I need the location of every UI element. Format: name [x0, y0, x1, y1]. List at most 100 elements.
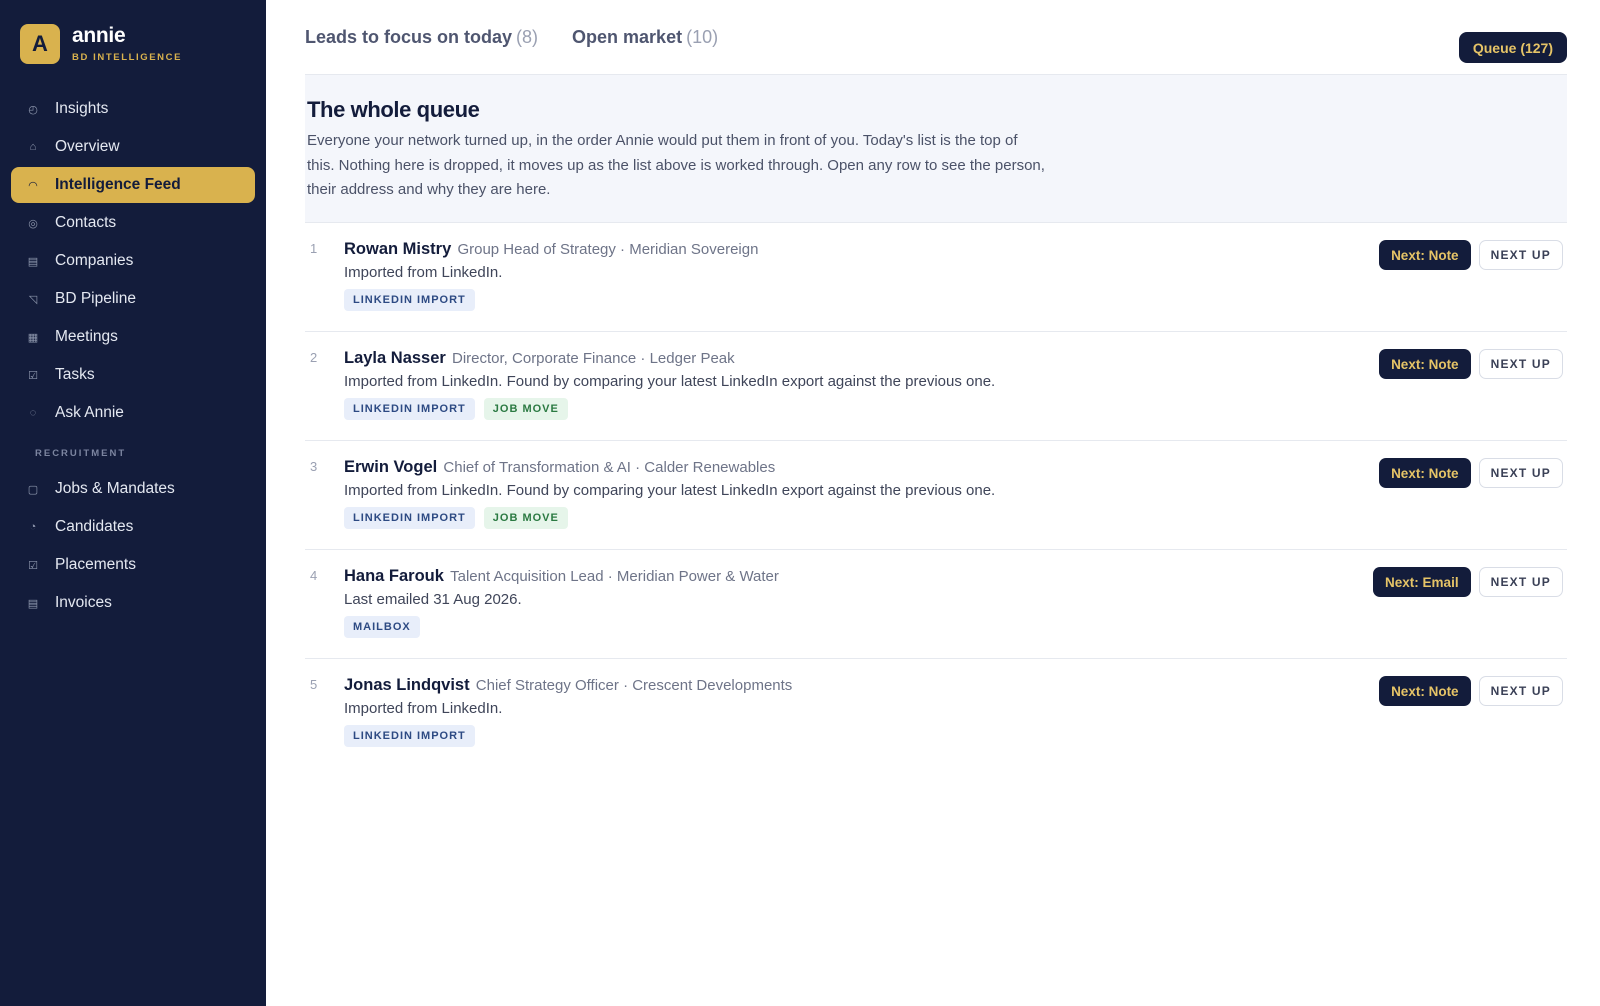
contact-role: Chief Strategy Officer · Crescent Develo… — [475, 677, 793, 694]
sidebar-item-insights[interactable]: ◴ Insights — [11, 91, 255, 127]
sidebar-item-label: Meetings — [55, 328, 118, 345]
contact-role: Group Head of Strategy · Meridian Sovere… — [457, 241, 759, 258]
row-rank: 2 — [310, 350, 318, 365]
next-up-button[interactable]: NEXT UP — [1478, 349, 1563, 379]
row-reason: Last emailed 31 Aug 2026. — [344, 591, 522, 608]
tab-leads-today[interactable]: Leads to focus on today (8) — [305, 27, 538, 48]
tag-linkedin-import: LINKEDIN IMPORT — [344, 725, 475, 747]
contact-role: Talent Acquisition Lead · Meridian Power… — [450, 568, 779, 585]
row-header: Rowan Mistry Group Head of Strategy · Me… — [344, 240, 758, 259]
home-icon: ⌂ — [29, 141, 37, 153]
next-action-button[interactable]: Next: Note — [1379, 676, 1471, 706]
tab-label: Leads to focus on today — [305, 26, 513, 47]
page-description: Everyone your network turned up, in the … — [307, 132, 1045, 198]
next-action-button[interactable]: Next: Email — [1373, 567, 1471, 597]
next-up-button[interactable]: NEXT UP — [1478, 676, 1563, 706]
tag-linkedin-import: LINKEDIN IMPORT — [344, 398, 475, 420]
row-reason: Imported from LinkedIn. — [344, 700, 503, 717]
queue-row[interactable]: 3 Erwin Vogel Chief of Transformation & A… — [305, 441, 1567, 550]
row-actions: Next: Note NEXT UP — [1379, 240, 1563, 270]
sidebar: A annie BD INTELLIGENCE ◴ Insights ⌂ Overvi… — [0, 0, 266, 1006]
sidebar-item-placements[interactable]: ☑ Placements — [11, 547, 255, 583]
sidebar-item-jobs-and-mandates[interactable]: ▢ Jobs & Mandates — [11, 471, 255, 507]
queue-intro: The whole queue Everyone your network tu… — [305, 75, 1567, 223]
calendar-icon: ▦ — [27, 331, 39, 344]
row-rank: 3 — [310, 459, 318, 474]
row-tags: LINKEDIN IMPORT JOB MOVE — [344, 507, 995, 529]
row-header: Jonas Lindqvist Chief Strategy Officer ·… — [344, 676, 792, 695]
sidebar-item-label: BD Pipeline — [55, 290, 136, 307]
contact-name[interactable]: Erwin Vogel — [344, 458, 437, 476]
next-up-button[interactable]: NEXT UP — [1478, 458, 1563, 488]
queue-button[interactable]: Queue (127) — [1458, 32, 1567, 63]
next-action-button[interactable]: Next: Note — [1379, 240, 1471, 270]
sidebar-item-companies[interactable]: ▤ Companies — [11, 243, 255, 279]
queue-row[interactable]: 4 Hana Farouk Talent Acquisition Lead · M… — [305, 550, 1567, 659]
invoice-icon: ▤ — [27, 597, 39, 610]
queue-row[interactable]: 1 Rowan Mistry Group Head of Strategy · M… — [305, 223, 1567, 332]
row-reason: Imported from LinkedIn. — [344, 264, 503, 281]
tag-mailbox: MAILBOX — [344, 616, 420, 638]
row-body: Erwin Vogel Chief of Transformation & AI… — [344, 458, 995, 529]
sidebar-item-label: Insights — [55, 100, 109, 117]
contact-role: Chief of Transformation & AI · Calder Re… — [443, 459, 776, 476]
tab-bar: Leads to focus on today (8) Open market (1… — [305, 0, 1567, 75]
row-actions: Next: Note NEXT UP — [1379, 349, 1563, 379]
tab-open-market[interactable]: Open market (10) — [572, 27, 718, 48]
row-body: Rowan Mistry Group Head of Strategy · Me… — [344, 240, 758, 311]
sidebar-item-label: Contacts — [55, 214, 117, 231]
checkbox-icon: ☑ — [28, 369, 38, 382]
sidebar-item-ask-annie[interactable]: ◌ Ask Annie — [11, 395, 255, 431]
sidebar-item-label: Intelligence Feed — [55, 176, 181, 193]
row-actions: Next: Note NEXT UP — [1379, 458, 1563, 488]
next-up-button[interactable]: NEXT UP — [1478, 240, 1563, 270]
funnel-icon: ◹ — [28, 293, 38, 306]
sidebar-item-label: Placements — [55, 556, 136, 573]
sidebar-item-tasks[interactable]: ☑ Tasks — [11, 357, 255, 393]
sidebar-item-meetings[interactable]: ▦ Meetings — [11, 319, 255, 355]
next-action-button[interactable]: Next: Note — [1379, 458, 1471, 488]
row-body: Layla Nasser Director, Corporate Finance… — [344, 349, 995, 420]
brand-logo: A — [20, 24, 60, 64]
sidebar-item-invoices[interactable]: ▤ Invoices — [11, 585, 255, 621]
sidebar-item-overview[interactable]: ⌂ Overview — [11, 129, 255, 165]
sidebar-item-label: Jobs & Mandates — [55, 480, 175, 497]
row-body: Hana Farouk Talent Acquisition Lead · Me… — [344, 567, 779, 638]
tab-count: (10) — [686, 26, 719, 47]
contact-name[interactable]: Rowan Mistry — [344, 240, 451, 258]
row-header: Erwin Vogel Chief of Transformation & AI… — [344, 458, 995, 477]
row-rank: 4 — [310, 568, 318, 583]
next-action-button[interactable]: Next: Note — [1379, 349, 1471, 379]
sidebar-item-bd-pipeline[interactable]: ◹ BD Pipeline — [11, 281, 255, 317]
building-icon: ▤ — [27, 255, 39, 268]
tag-linkedin-import: LINKEDIN IMPORT — [344, 289, 475, 311]
brand[interactable]: A annie BD INTELLIGENCE — [20, 24, 182, 64]
page-title: The whole queue — [307, 97, 480, 122]
sparkle-icon: ◌ — [29, 407, 37, 419]
row-tags: LINKEDIN IMPORT JOB MOVE — [344, 398, 995, 420]
sidebar-item-contacts[interactable]: ◎ Contacts — [11, 205, 255, 241]
queue-row[interactable]: 2 Layla Nasser Director, Corporate Financ… — [305, 332, 1567, 441]
contact-name[interactable]: Hana Farouk — [344, 567, 444, 585]
sidebar-item-candidates[interactable]: ◔ Candidates — [11, 509, 255, 545]
tag-linkedin-import: LINKEDIN IMPORT — [344, 507, 475, 529]
sidebar-item-label: Candidates — [55, 518, 134, 535]
queue-row[interactable]: 5 Jonas Lindqvist Chief Strategy Officer … — [305, 659, 1567, 768]
row-actions: Next: Email NEXT UP — [1373, 567, 1563, 597]
sidebar-nav: ◴ Insights ⌂ Overview ◠ Intelligence Feed ◎ Con… — [11, 91, 255, 623]
row-rank: 5 — [310, 677, 318, 692]
contact-role: Director, Corporate Finance · Ledger Pea… — [452, 350, 735, 367]
contact-name[interactable]: Layla Nasser — [344, 349, 446, 367]
sidebar-item-intelligence-feed[interactable]: ◠ Intelligence Feed — [11, 167, 255, 203]
main-content: Leads to focus on today (8) Open market (1… — [305, 0, 1567, 768]
briefcase-icon: ▢ — [27, 483, 39, 496]
signal-icon: ◠ — [28, 179, 38, 192]
sidebar-item-label: Tasks — [55, 366, 95, 383]
check-icon: ☑ — [28, 559, 38, 572]
brand-name: annie — [72, 24, 126, 47]
row-tags: MAILBOX — [344, 616, 779, 638]
next-up-button[interactable]: NEXT UP — [1478, 567, 1563, 597]
queue-list: 1 Rowan Mistry Group Head of Strategy · M… — [305, 223, 1567, 768]
contact-name[interactable]: Jonas Lindqvist — [344, 676, 470, 694]
sidebar-item-label: Overview — [55, 138, 120, 155]
